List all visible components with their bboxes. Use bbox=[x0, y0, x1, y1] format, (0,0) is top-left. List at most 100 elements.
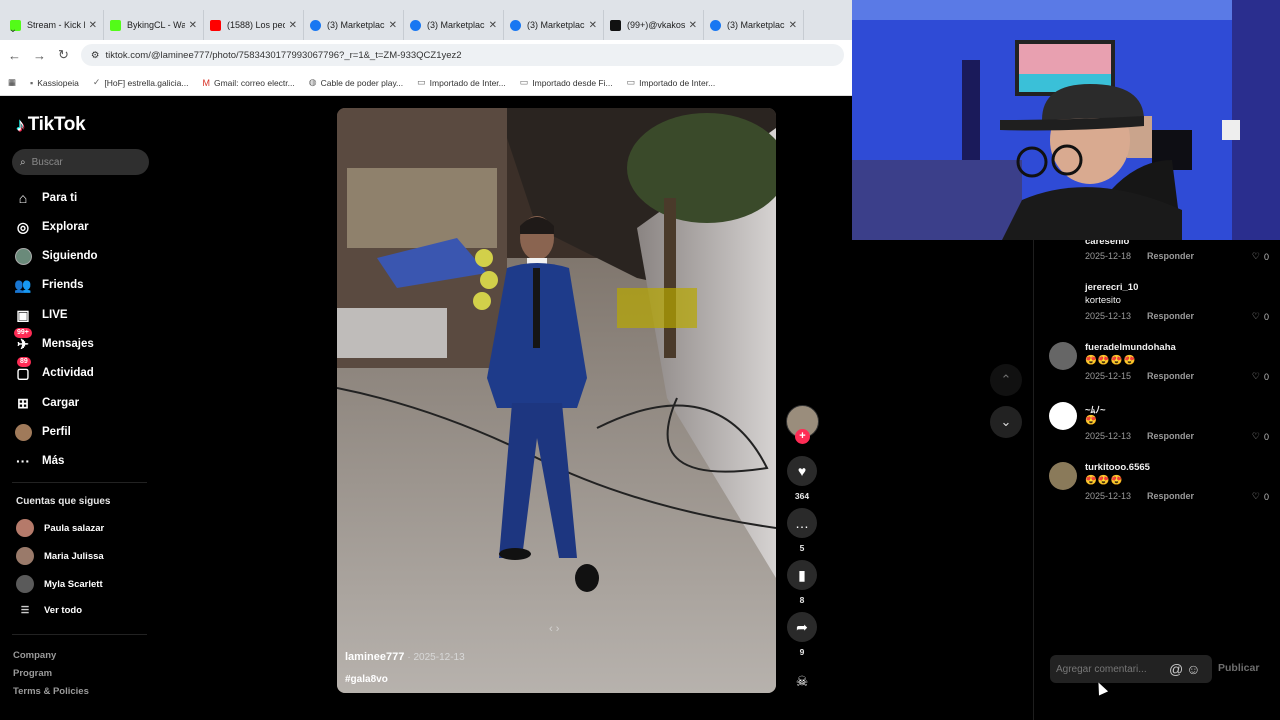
see-all-link[interactable]: ☰ Ver todo bbox=[16, 605, 82, 616]
avatar[interactable] bbox=[1049, 282, 1077, 310]
tab-favicon bbox=[610, 19, 621, 31]
sound-disc[interactable]: ☠ bbox=[785, 666, 819, 696]
bookmark-folder[interactable]: ▭ Importado de Inter... bbox=[417, 77, 506, 88]
nav-label: Explorar bbox=[42, 221, 89, 233]
reply-button[interactable]: Responder bbox=[1147, 431, 1194, 441]
following-account[interactable]: Paula salazar bbox=[16, 519, 104, 537]
browser-tab[interactable]: (3) Marketplac ✕ bbox=[304, 10, 404, 40]
comment-input-box[interactable]: @ ☺ bbox=[1050, 655, 1212, 683]
nav-mas[interactable]: ··· Más bbox=[14, 452, 64, 470]
post-author[interactable]: laminee777 · 2025-12-13 bbox=[345, 651, 465, 663]
back-icon[interactable]: ← bbox=[8, 48, 21, 63]
tab-favicon bbox=[510, 19, 521, 31]
bookmark-item[interactable]: ✓ [HoF] estrella.galicia... bbox=[93, 77, 189, 88]
close-icon[interactable]: ✕ bbox=[489, 20, 497, 31]
browser-tab[interactable]: (3) Marketplac ✕ bbox=[704, 10, 804, 40]
bookmark-item[interactable]: ▪ Kassiopeia bbox=[30, 78, 79, 88]
close-icon[interactable]: ✕ bbox=[589, 20, 597, 31]
previous-post-icon[interactable]: ⌃ bbox=[990, 364, 1022, 396]
close-icon[interactable]: ✕ bbox=[389, 20, 397, 31]
close-icon[interactable]: ✕ bbox=[789, 20, 797, 31]
nav-cargar[interactable]: ⊞ Cargar bbox=[14, 394, 79, 412]
comment-user[interactable]: jererecri_10 bbox=[1085, 282, 1138, 293]
comment-like[interactable]: ♡ 0 bbox=[1252, 311, 1269, 322]
avatar[interactable] bbox=[1049, 402, 1077, 430]
like-action[interactable]: ♥ 364 bbox=[785, 456, 819, 501]
following-account[interactable]: Myla Scarlett bbox=[16, 575, 103, 593]
publish-button[interactable]: Publicar bbox=[1218, 662, 1259, 674]
forward-icon[interactable]: → bbox=[33, 48, 46, 63]
browser-tab[interactable]: (3) Marketplac ✕ bbox=[404, 10, 504, 40]
apps-icon[interactable]: ▦ bbox=[8, 77, 16, 88]
tiktok-logo[interactable]: ♪ TikTok bbox=[16, 114, 86, 136]
avatar[interactable] bbox=[1049, 462, 1077, 490]
site-info-icon[interactable]: ⚙ bbox=[91, 50, 100, 61]
reply-button[interactable]: Responder bbox=[1147, 251, 1194, 261]
close-icon[interactable]: ✕ bbox=[289, 20, 297, 31]
mention-icon[interactable]: @ bbox=[1169, 661, 1183, 677]
nav-perfil[interactable]: Perfil bbox=[14, 423, 71, 441]
comment-like[interactable]: ♡ 0 bbox=[1252, 491, 1269, 502]
activity-badge: 89 bbox=[17, 357, 31, 367]
nav-para-ti[interactable]: ⌂ Para ti bbox=[14, 189, 77, 207]
save-action[interactable]: ▮ 8 bbox=[785, 560, 819, 605]
nav-siguiendo[interactable]: Siguiendo bbox=[14, 247, 98, 265]
browser-tab[interactable]: (1588) Los pec ✕ bbox=[204, 10, 304, 40]
more-icon: ··· bbox=[16, 453, 30, 469]
comment-user[interactable]: ~ﾑﾉ~ bbox=[1085, 402, 1106, 416]
comment-user[interactable]: turkitooo.6565 bbox=[1085, 462, 1150, 473]
avatar[interactable] bbox=[1049, 342, 1077, 370]
reply-button[interactable]: Responder bbox=[1147, 491, 1194, 501]
footer-terms[interactable]: Terms & Policies bbox=[13, 686, 89, 697]
share-action[interactable]: ➦ 9 bbox=[785, 612, 819, 657]
share-icon[interactable]: ➦ bbox=[787, 612, 817, 642]
post-username[interactable]: laminee777 bbox=[345, 651, 404, 663]
bookmark-label: Importado de Inter... bbox=[429, 77, 506, 88]
tab-title: Stream - Kick D bbox=[27, 20, 85, 30]
close-icon[interactable]: ✕ bbox=[689, 20, 697, 31]
emoji-icon[interactable]: ☺ bbox=[1186, 661, 1200, 677]
bookmark-item[interactable]: ◍ Cable de poder play... bbox=[309, 77, 403, 88]
comment-like[interactable]: ♡ 0 bbox=[1252, 371, 1269, 382]
next-post-icon[interactable]: ⌄ bbox=[990, 406, 1022, 438]
comment-like[interactable]: ♡ 0 bbox=[1252, 251, 1269, 262]
comment-text: kortesito bbox=[1085, 295, 1121, 306]
comment-user[interactable]: fueradelmundohaha bbox=[1085, 342, 1176, 353]
bookmark-item[interactable]: M Gmail: correo electr... bbox=[202, 78, 294, 88]
following-account[interactable]: Maria Julissa bbox=[16, 547, 104, 565]
reply-button[interactable]: Responder bbox=[1147, 371, 1194, 381]
bookmark-icon[interactable]: ▮ bbox=[787, 560, 817, 590]
comment-count: 5 bbox=[799, 543, 805, 553]
search-box[interactable]: ⌕ Buscar bbox=[12, 149, 149, 175]
photo-pager[interactable]: ‹ › bbox=[549, 623, 559, 635]
bookmark-folder[interactable]: ▭ Importado de Inter... bbox=[627, 77, 716, 88]
tab-title: (99+)@vkakos bbox=[627, 20, 685, 30]
photo-post[interactable]: ‹ › laminee777 · 2025-12-13 #gala8vo bbox=[337, 108, 776, 693]
heart-icon[interactable]: ♥ bbox=[787, 456, 817, 486]
browser-tab[interactable]: BykingCL - Wa ✕ bbox=[104, 10, 204, 40]
nav-actividad[interactable]: ▢ 89 Actividad bbox=[14, 357, 94, 382]
nav-friends[interactable]: 👥 Friends bbox=[14, 276, 83, 294]
comment-icon[interactable]: … bbox=[787, 508, 817, 538]
browser-tab[interactable]: (3) Marketplac ✕ bbox=[504, 10, 604, 40]
bookmark-folder[interactable]: ▭ Importado desde Fi... bbox=[520, 77, 613, 88]
tab-search-icon[interactable]: ⌄ bbox=[4, 20, 22, 38]
comment-like[interactable]: ♡ 0 bbox=[1252, 431, 1269, 442]
tab-favicon bbox=[210, 19, 221, 31]
follow-button[interactable]: + bbox=[795, 429, 810, 444]
nav-live[interactable]: ▣ LIVE bbox=[14, 306, 67, 324]
close-icon[interactable]: ✕ bbox=[189, 20, 197, 31]
url-bar[interactable]: ⚙ tiktok.com/@laminee777/photo/7583430177… bbox=[80, 44, 844, 66]
post-hashtag[interactable]: #gala8vo bbox=[345, 674, 388, 685]
close-icon[interactable]: ✕ bbox=[89, 20, 97, 31]
comment-input[interactable] bbox=[1056, 663, 1166, 675]
reply-button[interactable]: Responder bbox=[1147, 311, 1194, 321]
comment-action[interactable]: … 5 bbox=[785, 508, 819, 553]
nav-explorar[interactable]: ◎ Explorar bbox=[14, 218, 89, 236]
browser-tab[interactable]: (99+)@vkakos ✕ bbox=[604, 10, 704, 40]
footer-company[interactable]: Company bbox=[13, 650, 56, 661]
footer-program[interactable]: Program bbox=[13, 668, 52, 679]
reload-icon[interactable]: ↻ bbox=[58, 47, 69, 63]
nav-mensajes[interactable]: ✈ 99+ Mensajes bbox=[14, 328, 94, 353]
tab-favicon bbox=[310, 19, 321, 31]
